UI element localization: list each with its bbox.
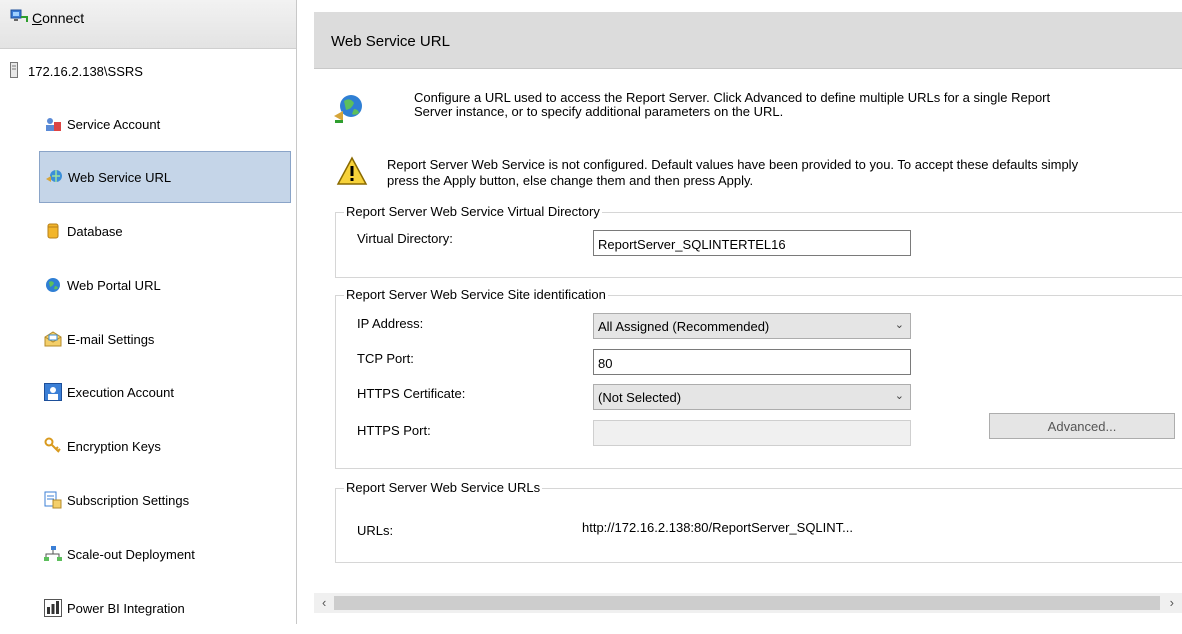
advanced-button[interactable]: Advanced... (989, 413, 1175, 439)
urls-label: URLs: (357, 523, 394, 538)
intro-description: Configure a URL used to access the Repor… (414, 91, 1154, 119)
web-service-globe-icon (332, 92, 364, 127)
https-certificate-select[interactable]: (Not Selected) ⌄ (593, 384, 911, 410)
sidebar-item-label: Scale-out Deployment (67, 546, 195, 562)
sidebar-item-scale-out-deployment[interactable]: Scale-out Deployment (39, 528, 291, 580)
keys-icon (43, 437, 63, 455)
warning-message: Report Server Web Service is not configu… (387, 157, 1182, 189)
main-panel: Web Service URL Configure a URL used to … (314, 12, 1182, 624)
ip-address-label: IP Address: (357, 316, 424, 331)
tcp-port-label: TCP Port: (357, 351, 414, 366)
power-bi-icon (43, 599, 63, 617)
sidebar-item-label: E-mail Settings (67, 331, 155, 347)
sidebar-item-email-settings[interactable]: E-mail Settings (39, 313, 291, 365)
scroll-right-arrow-icon[interactable]: › (1170, 595, 1174, 610)
page-title: Web Service URL (331, 33, 450, 50)
service-account-icon (43, 115, 63, 133)
warning-line-2: press the Apply button, else change them… (387, 173, 754, 188)
sidebar-item-label: Web Portal URL (67, 277, 161, 293)
sidebar-item-label: Encryption Keys (67, 438, 161, 454)
ip-address-select[interactable]: All Assigned (Recommended) ⌄ (593, 313, 911, 339)
warning-icon (336, 156, 368, 189)
scrollbar-thumb[interactable] (334, 596, 1160, 610)
chevron-down-icon: ⌄ (894, 319, 904, 331)
execution-account-icon (43, 383, 63, 401)
connect-toolbar: Connect (0, 0, 296, 49)
email-icon (43, 330, 63, 348)
site-identification-group: Report Server Web Service Site identific… (335, 287, 1182, 469)
sidebar-item-power-bi-integration[interactable]: Power BI Integration (39, 582, 291, 634)
ip-address-value: All Assigned (Recommended) (598, 319, 770, 334)
sidebar-item-label: Power BI Integration (67, 600, 185, 616)
virtual-directory-label: Virtual Directory: (357, 231, 453, 246)
connect-icon (10, 8, 28, 27)
sidebar-item-label: Service Account (67, 116, 161, 132)
web-service-url-icon (44, 168, 64, 186)
server-name: 172.16.2.138\SSRS (28, 64, 143, 79)
https-certificate-value: (Not Selected) (598, 390, 682, 405)
globe-icon (43, 276, 63, 294)
urls-group: Report Server Web Service URLs URLs: htt… (335, 480, 1182, 563)
group-legend: Report Server Web Service URLs (344, 480, 543, 495)
subscription-icon (43, 491, 63, 509)
sidebar-item-database[interactable]: Database (39, 205, 291, 257)
https-port-input[interactable] (593, 420, 911, 446)
server-node[interactable]: 172.16.2.138\SSRS (10, 62, 143, 81)
urls-value-link[interactable]: http://172.16.2.138:80/ReportServer_SQLI… (582, 520, 853, 535)
virtual-directory-input[interactable]: ReportServer_SQLINTERTEL16 (593, 230, 911, 256)
sidebar-item-encryption-keys[interactable]: Encryption Keys (39, 420, 291, 472)
sidebar-item-web-portal-url[interactable]: Web Portal URL (39, 259, 291, 311)
sidebar: Connect 172.16.2.138\SSRS Service Accoun… (0, 0, 297, 624)
intro-line-1: Configure a URL used to access the Repor… (414, 90, 1051, 105)
sidebar-item-label: Database (67, 223, 123, 239)
server-icon (10, 62, 18, 81)
connect-label: Connect (32, 9, 85, 26)
horizontal-scrollbar[interactable]: ‹ › (314, 593, 1182, 613)
chevron-down-icon: ⌄ (894, 390, 904, 402)
page-header: Web Service URL (314, 12, 1182, 69)
scale-out-icon (43, 545, 63, 563)
sidebar-item-web-service-url[interactable]: Web Service URL (39, 151, 291, 203)
sidebar-item-label: Web Service URL (68, 169, 172, 185)
sidebar-item-execution-account[interactable]: Execution Account (39, 366, 291, 418)
virtual-directory-group: Report Server Web Service Virtual Direct… (335, 204, 1182, 278)
tcp-port-input[interactable]: 80 (593, 349, 911, 375)
group-legend: Report Server Web Service Virtual Direct… (344, 204, 602, 219)
https-certificate-label: HTTPS Certificate: (357, 386, 466, 401)
group-legend: Report Server Web Service Site identific… (344, 287, 608, 302)
sidebar-item-label: Subscription Settings (67, 492, 190, 508)
sidebar-item-subscription-settings[interactable]: Subscription Settings (39, 474, 291, 526)
database-icon (43, 222, 63, 240)
sidebar-item-label: Execution Account (67, 384, 174, 400)
scroll-left-arrow-icon[interactable]: ‹ (322, 595, 326, 610)
warning-line-1: Report Server Web Service is not configu… (387, 157, 1079, 172)
sidebar-item-service-account[interactable]: Service Account (39, 98, 291, 150)
https-port-label: HTTPS Port: (357, 423, 431, 438)
intro-line-2: Server instance, or to specify additiona… (414, 104, 784, 119)
connect-button[interactable]: Connect (10, 8, 84, 27)
